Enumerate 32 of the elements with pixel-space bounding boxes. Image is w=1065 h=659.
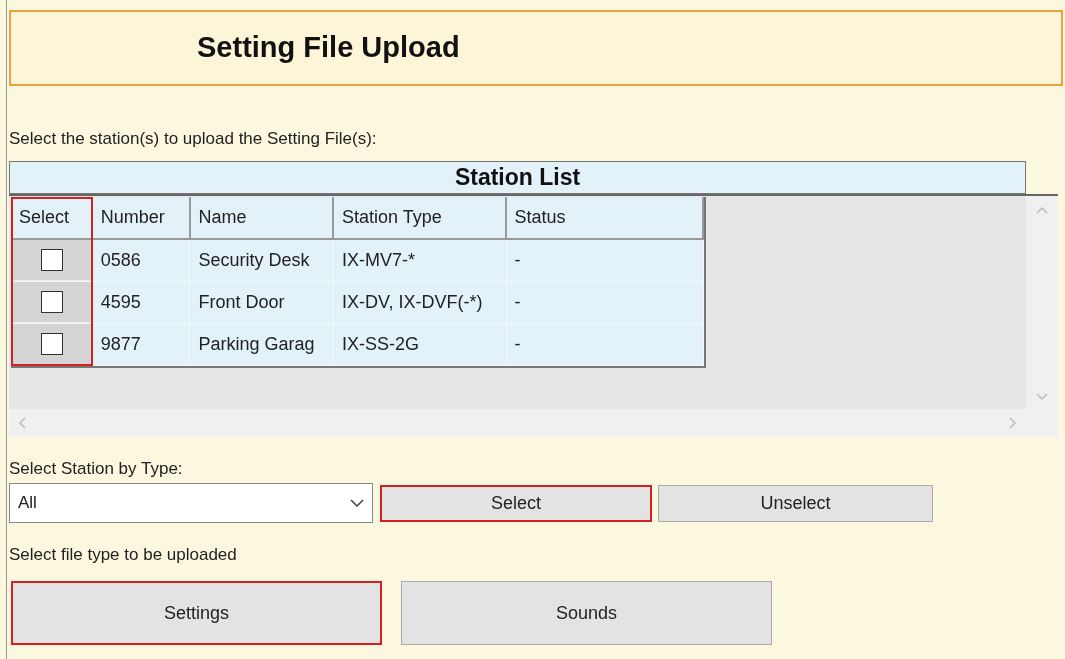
type-dropdown[interactable]: All <box>9 483 373 523</box>
table-cell: IX-MV7-* <box>334 240 507 281</box>
checkbox[interactable] <box>40 333 63 355</box>
scroll-down-icon[interactable] <box>1036 393 1048 401</box>
file-type-label: Select file type to be uploaded <box>9 545 237 564</box>
checkbox[interactable] <box>40 249 63 271</box>
scroll-right-icon[interactable] <box>1008 417 1016 429</box>
table-cell: 4595 <box>92 282 191 323</box>
table-cell: Parking Garag <box>190 324 335 365</box>
scroll-up-icon[interactable] <box>1036 206 1048 214</box>
table-cell: IX-SS-2G <box>334 324 507 365</box>
select-by-type-label: Select Station by Type: <box>9 459 183 478</box>
vertical-scrollbar[interactable] <box>1026 196 1058 437</box>
page-title: Setting File Upload <box>197 30 460 66</box>
action-button[interactable]: Select <box>380 484 652 522</box>
caret-icon <box>350 499 364 507</box>
table-cell: Security Desk <box>190 240 335 281</box>
table-cell: - <box>506 240 704 281</box>
scroll-left-icon[interactable] <box>19 417 27 429</box>
horizontal-scrollbar[interactable] <box>9 409 1026 437</box>
action-button[interactable]: Settings <box>11 581 382 645</box>
checkbox[interactable] <box>40 291 63 313</box>
table-cell: Front Door <box>190 282 335 323</box>
table-cell: 0586 <box>92 240 191 281</box>
action-button[interactable]: Sounds <box>401 581 772 645</box>
table-cell: - <box>506 324 704 365</box>
table-cell: - <box>506 282 704 323</box>
station-list-title: Station List <box>454 163 581 193</box>
table-cell: 9877 <box>92 324 191 365</box>
action-button[interactable]: Unselect <box>658 484 933 522</box>
table-cell: IX-DV, IX-DVF(-*) <box>334 282 507 323</box>
instruction-text: Select the station(s) to upload the Setting File(s): <box>9 129 377 148</box>
